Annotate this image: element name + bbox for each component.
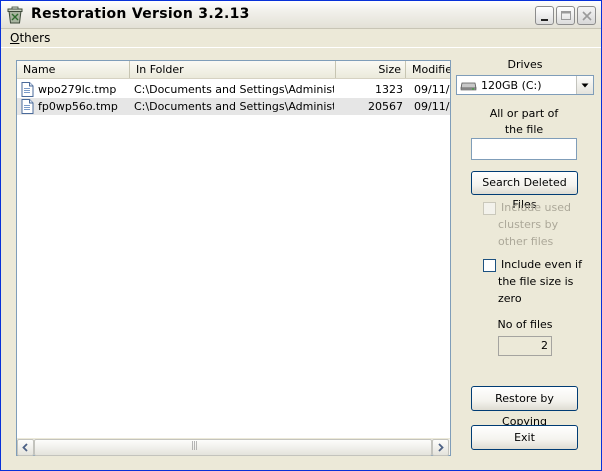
scrollbar-thumb[interactable]: ||| <box>34 439 432 456</box>
cell-folder: C:\Documents and Settings\Administrat... <box>134 100 334 113</box>
search-deleted-files-button[interactable]: Search Deleted Files <box>471 171 578 211</box>
list-header: Name In Folder Size Modified <box>17 61 450 79</box>
cell-folder: C:\Documents and Settings\Administrat... <box>134 83 334 96</box>
chevron-down-icon <box>581 83 589 88</box>
include-zero-label-2: the file size is <box>498 275 574 288</box>
cell-modified: 09/11/2 <box>414 100 450 113</box>
include-used-clusters-checkbox[interactable] <box>483 202 496 215</box>
include-zero-label-3: zero <box>498 292 522 305</box>
column-header-name[interactable]: Name <box>17 61 130 78</box>
include-used-label-3: other files <box>498 235 554 248</box>
include-zero-size-checkbox[interactable] <box>483 259 496 272</box>
no-of-files-value: 2 <box>498 336 552 356</box>
exit-button-label: Exit <box>514 431 535 444</box>
table-row[interactable]: wpo279lc.tmp C:\Documents and Settings\A… <box>17 81 450 98</box>
close-button[interactable] <box>577 6 596 25</box>
include-used-label-2: clusters by <box>498 218 559 231</box>
drive-select[interactable]: 120GB (C:) <box>456 75 594 95</box>
menu-others[interactable]: Others <box>10 31 50 45</box>
horizontal-scrollbar[interactable]: ||| <box>17 438 450 456</box>
menu-bar: Others <box>1 29 601 48</box>
cell-size: 1323 <box>375 83 403 96</box>
cell-modified: 09/11/2 <box>414 83 450 96</box>
app-window: Restoration Version 3.2.13 Others Name I… <box>0 0 602 471</box>
column-header-modified[interactable]: Modified <box>406 61 450 78</box>
filename-input[interactable] <box>471 138 577 160</box>
scroll-grip: ||| <box>191 441 198 451</box>
chevron-right-icon <box>438 443 444 452</box>
include-used-label-1: Include used <box>501 201 571 214</box>
column-header-folder[interactable]: In Folder <box>130 61 336 78</box>
file-icon <box>21 99 34 114</box>
cell-size: 20567 <box>368 100 403 113</box>
exit-button[interactable]: Exit <box>471 425 578 450</box>
table-row[interactable]: fp0wp56o.tmp C:\Documents and Settings\A… <box>17 98 450 115</box>
results-list[interactable]: Name In Folder Size Modified wpo279lc.tm… <box>16 60 451 456</box>
recycle-bin-icon <box>6 6 24 24</box>
restore-by-copying-button[interactable]: Restore by Copying <box>471 386 578 428</box>
hard-drive-icon <box>460 80 477 94</box>
maximize-button[interactable] <box>556 6 575 25</box>
no-of-files-label: No of files <box>497 318 553 331</box>
maximize-icon <box>561 11 571 20</box>
restore-button-label: Restore by Copying <box>495 392 554 428</box>
close-icon <box>582 11 592 21</box>
scroll-right-button[interactable] <box>432 439 449 456</box>
file-icon <box>21 82 34 97</box>
window-title: Restoration Version 3.2.13 <box>31 6 250 22</box>
title-bar[interactable]: Restoration Version 3.2.13 <box>1 1 601 29</box>
include-zero-label-1: Include even if <box>501 258 582 271</box>
cell-name: fp0wp56o.tmp <box>38 100 118 113</box>
scroll-left-button[interactable] <box>17 439 34 456</box>
minimize-button[interactable] <box>535 6 554 25</box>
filename-label-line1: All or part of <box>489 107 559 120</box>
cell-name: wpo279lc.tmp <box>38 83 117 96</box>
chevron-left-icon <box>22 443 28 452</box>
filename-label-line2: the file <box>504 123 544 136</box>
minimize-icon <box>541 19 548 21</box>
drive-dropdown-button[interactable] <box>576 76 593 94</box>
drive-select-value: 120GB (C:) <box>481 79 542 92</box>
drives-label: Drives <box>507 58 543 71</box>
column-header-size[interactable]: Size <box>336 61 406 78</box>
menu-others-label: thers <box>19 31 51 45</box>
